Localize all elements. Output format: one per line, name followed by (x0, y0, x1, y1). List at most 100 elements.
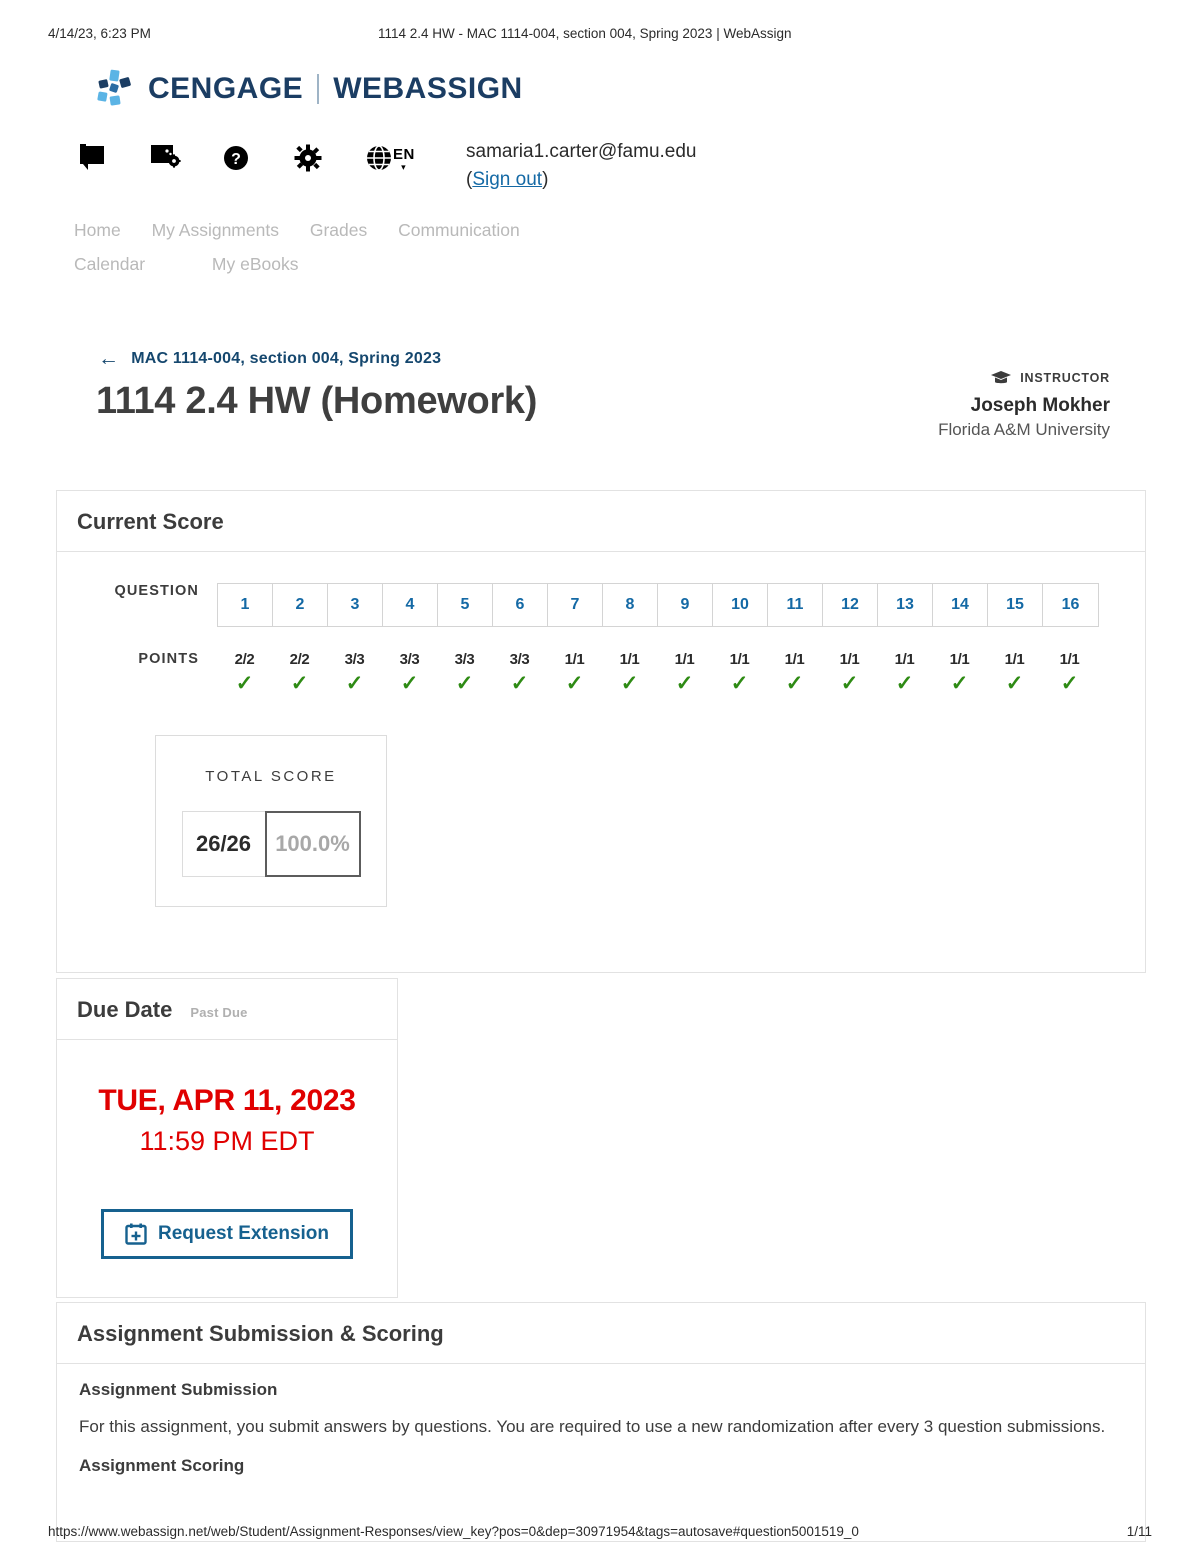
back-arrow-icon[interactable]: ← (98, 348, 119, 369)
question-cell[interactable]: 16 (1043, 584, 1098, 626)
question-cell[interactable]: 13 (878, 584, 933, 626)
print-header: 4/14/23, 6:23 PM 1114 2.4 HW - MAC 1114-… (48, 26, 1152, 41)
question-cell[interactable]: 11 (768, 584, 823, 626)
correct-check-icon: ✓ (620, 672, 639, 695)
due-date-card: Due Date Past Due TUE, APR 11, 2023 11:5… (56, 978, 398, 1298)
total-score-fraction: 26/26 (181, 811, 266, 877)
points-value: 3/3 (399, 651, 420, 668)
help-circle-icon[interactable]: ? (222, 139, 294, 177)
notes-settings-icon[interactable] (150, 139, 222, 177)
gear-icon[interactable] (294, 139, 366, 177)
points-value: 1/1 (784, 651, 805, 668)
request-extension-button[interactable]: Request Extension (101, 1209, 353, 1259)
points-row: POINTS 2/2 ✓ 2/2 ✓ 3/3 ✓ 3/3 ✓ 3/3 ✓ 3/3 ✓ 1/1 ✓ 1/1 ✓ 1… (99, 651, 1097, 694)
points-cell: 1/1 ✓ (657, 651, 712, 694)
instructor-block: INSTRUCTOR Joseph Mokher Florida A&M Uni… (938, 370, 1110, 440)
points-cell: 2/2 ✓ (272, 651, 327, 694)
question-row-label: QUESTION (114, 583, 199, 599)
breadcrumb-label[interactable]: MAC 1114-004, section 004, Spring 2023 (131, 350, 441, 368)
nav-item-home[interactable]: Home (74, 220, 121, 240)
correct-check-icon: ✓ (510, 672, 529, 695)
footer-page-number: 1/11 (1126, 1524, 1152, 1539)
question-cell[interactable]: 3 (328, 584, 383, 626)
total-score-percent: 100.0% (264, 811, 361, 877)
nav-item-my-ebooks[interactable]: My eBooks (212, 254, 299, 274)
print-document-title: 1114 2.4 HW - MAC 1114-004, section 004,… (378, 26, 792, 41)
instructor-school: Florida A&M University (938, 420, 1110, 439)
question-cell[interactable]: 5 (438, 584, 493, 626)
footer-url: https://www.webassign.net/web/Student/As… (48, 1524, 859, 1539)
points-value: 1/1 (619, 651, 640, 668)
current-score-card: Current Score QUESTION 1 2 3 4 5 6 7 8 9 10 11 12 13… (56, 490, 1146, 973)
cengage-squares-icon (96, 68, 138, 110)
svg-text:?: ? (231, 151, 241, 168)
nav-item-communication[interactable]: Communication (398, 220, 520, 240)
submission-subheading-2: Assignment Scoring (79, 1456, 245, 1476)
points-cell: 1/1 ✓ (712, 651, 767, 694)
question-cell[interactable]: 1 (218, 584, 273, 626)
due-date-value: TUE, APR 11, 2023 (98, 1084, 356, 1117)
question-cell[interactable]: 10 (713, 584, 768, 626)
request-extension-label: Request Extension (157, 1223, 330, 1244)
flag-icon[interactable] (78, 139, 150, 177)
nav-item-calendar[interactable]: Calendar (74, 254, 145, 274)
logo-cengage-text: CENGAGE (148, 72, 304, 105)
correct-check-icon: ✓ (235, 672, 254, 695)
question-cell[interactable]: 14 (933, 584, 988, 626)
question-cell[interactable]: 6 (493, 584, 548, 626)
nav-item-my-assignments[interactable]: My Assignments (152, 220, 279, 240)
question-row: QUESTION 1 2 3 4 5 6 7 8 9 10 11 12 13 14 15 16 (99, 583, 1099, 627)
points-value: 3/3 (509, 651, 530, 668)
points-cell: 3/3 ✓ (382, 651, 437, 694)
logo-divider (317, 74, 320, 104)
correct-check-icon: ✓ (455, 672, 474, 695)
logo-webassign-text: WEBASSIGN (333, 72, 523, 105)
points-value: 1/1 (894, 651, 915, 668)
question-cell[interactable]: 4 (383, 584, 438, 626)
correct-check-icon: ✓ (400, 672, 419, 695)
instructor-name: Joseph Mokher (970, 395, 1110, 416)
points-cell: 1/1 ✓ (822, 651, 877, 694)
question-cell[interactable]: 7 (548, 584, 603, 626)
points-value: 1/1 (839, 651, 860, 668)
sign-out-link[interactable]: Sign out (472, 169, 542, 190)
points-cell: 1/1 ✓ (1042, 651, 1097, 694)
toolbar: ? EN ▾ (78, 139, 438, 177)
submission-heading: Assignment Submission & Scoring (77, 1321, 444, 1346)
total-score-box: TOTAL SCORE 26/26 100.0% (155, 735, 387, 907)
points-value: 1/1 (674, 651, 695, 668)
points-value: 3/3 (454, 651, 475, 668)
nav-item-grades[interactable]: Grades (310, 220, 367, 240)
status-badge: Past Due (190, 1005, 248, 1020)
due-time-value: 11:59 PM EDT (139, 1126, 315, 1156)
sign-out-line: (Sign out) (466, 168, 549, 190)
submission-heading-row: Assignment Submission & Scoring (57, 1303, 1145, 1364)
question-cells: 1 2 3 4 5 6 7 8 9 10 11 12 13 14 15 16 (217, 583, 1099, 627)
print-timestamp: 4/14/23, 6:23 PM (48, 26, 151, 41)
submission-subheading-1: Assignment Submission (79, 1380, 278, 1399)
correct-check-icon: ✓ (1005, 672, 1024, 695)
points-value: 1/1 (949, 651, 970, 668)
graduation-cap-icon (990, 370, 1012, 386)
correct-check-icon: ✓ (785, 672, 804, 695)
points-value: 3/3 (344, 651, 365, 668)
language-code: EN (393, 145, 415, 163)
question-cell[interactable]: 8 (603, 584, 658, 626)
brand-logo[interactable]: CENGAGE WEBASSIGN (96, 68, 523, 110)
correct-check-icon: ✓ (840, 672, 859, 695)
calendar-plus-icon (125, 1223, 147, 1245)
points-row-label: POINTS (138, 651, 199, 667)
points-value: 1/1 (1004, 651, 1025, 668)
breadcrumb[interactable]: ← MAC 1114-004, section 004, Spring 2023 (98, 348, 441, 369)
assignment-submission-card: Assignment Submission & Scoring Assignme… (56, 1302, 1146, 1542)
due-date-heading: Due Date (77, 997, 173, 1022)
total-score-label: TOTAL SCORE (205, 768, 337, 785)
question-cell[interactable]: 15 (988, 584, 1043, 626)
question-cell[interactable]: 9 (658, 584, 713, 626)
question-cell[interactable]: 2 (273, 584, 328, 626)
chevron-down-icon: ▾ (401, 161, 406, 172)
correct-check-icon: ✓ (895, 672, 914, 695)
due-date-heading-row: Due Date Past Due (57, 979, 397, 1040)
language-selector[interactable]: EN ▾ (366, 139, 438, 177)
question-cell[interactable]: 12 (823, 584, 878, 626)
